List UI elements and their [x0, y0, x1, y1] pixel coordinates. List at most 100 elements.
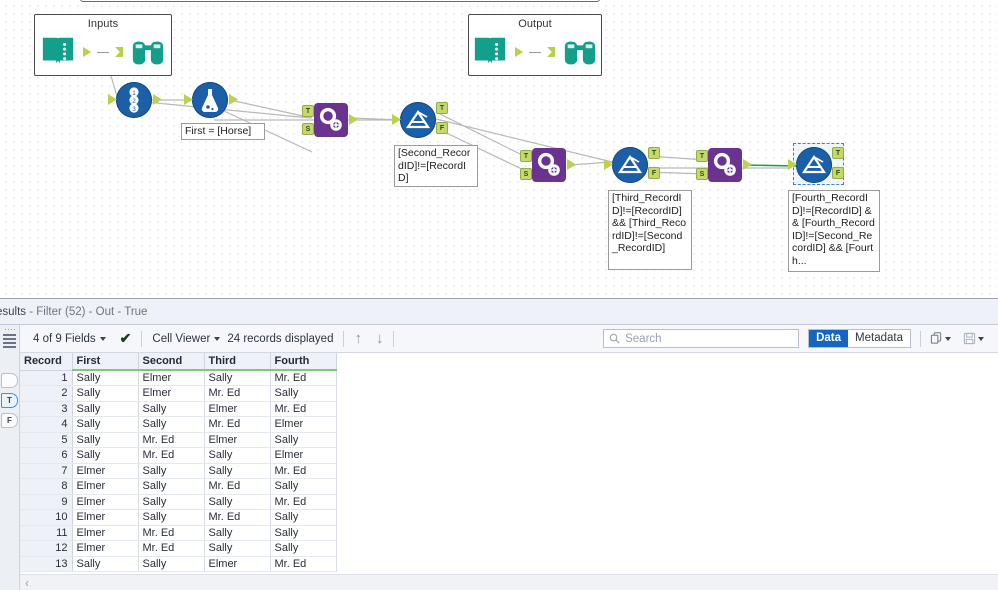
- tool-container-inputs[interactable]: Inputs: [34, 14, 172, 76]
- table-cell[interactable]: Elmer: [204, 432, 271, 448]
- scroll-left-icon[interactable]: ‹: [20, 576, 29, 590]
- filter3-true-anchor[interactable]: T: [832, 147, 844, 159]
- cell-record-number[interactable]: 10: [20, 509, 73, 526]
- rail-tab-true[interactable]: T: [1, 393, 18, 408]
- container-out-anchor-2[interactable]: [515, 47, 523, 57]
- table-cell[interactable]: Elmer: [270, 447, 337, 464]
- table-row[interactable]: 4 Sally Sally Mr. Ed Elmer: [20, 416, 337, 433]
- results-titlebar[interactable]: esults - Filter (52) - Out - True: [0, 299, 998, 325]
- col-header-first[interactable]: First: [72, 353, 139, 371]
- table-cell[interactable]: Sally: [72, 447, 139, 464]
- input-data-icon[interactable]: [39, 34, 77, 70]
- sample-out-anchor[interactable]: [229, 94, 238, 105]
- table-cell[interactable]: Mr. Ed: [204, 478, 271, 495]
- container-in-anchor[interactable]: [115, 47, 123, 57]
- output-data-icon[interactable]: [471, 34, 509, 70]
- save-button[interactable]: [957, 332, 990, 345]
- search-input[interactable]: [625, 332, 794, 345]
- data-metadata-toggle[interactable]: Data Metadata: [808, 329, 911, 348]
- table-cell[interactable]: Sally: [270, 385, 337, 402]
- table-cell[interactable]: Sally: [138, 401, 205, 417]
- cell-record-number[interactable]: 6: [20, 447, 73, 464]
- rail-tab-blank[interactable]: [1, 373, 18, 388]
- table-cell[interactable]: Sally: [270, 509, 337, 526]
- table-row[interactable]: 12 Elmer Mr. Ed Sally Sally: [20, 540, 337, 557]
- filter-icon-3[interactable]: [796, 147, 832, 183]
- browse-icon[interactable]: [129, 34, 167, 70]
- cell-record-number[interactable]: 9: [20, 494, 73, 510]
- filter1-true-anchor[interactable]: T: [436, 102, 448, 114]
- append1-target-anchor[interactable]: T: [302, 105, 314, 117]
- scroll-down-button[interactable]: ↓: [369, 330, 391, 347]
- flask-icon[interactable]: [192, 82, 228, 118]
- table-row[interactable]: 3 Sally Sally Elmer Mr. Ed: [20, 401, 337, 417]
- table-cell[interactable]: Sally: [204, 540, 271, 557]
- table-cell[interactable]: Elmer: [204, 556, 271, 572]
- table-cell[interactable]: Sally: [204, 494, 271, 510]
- table-cell[interactable]: Elmer: [138, 370, 205, 386]
- copy-button[interactable]: [924, 332, 957, 345]
- filter2-true-anchor[interactable]: T: [648, 147, 660, 159]
- table-cell[interactable]: Elmer: [72, 509, 139, 526]
- record-id-icon[interactable]: 1 2 3: [116, 82, 152, 118]
- search-box[interactable]: [603, 329, 800, 348]
- chevron-down-icon-2[interactable]: [214, 336, 221, 341]
- horizontal-scrollbar[interactable]: ‹: [20, 574, 998, 590]
- cell-viewer-selector[interactable]: Cell Viewer: [145, 328, 227, 350]
- table-cell[interactable]: Elmer: [270, 416, 337, 433]
- table-cell[interactable]: Sally: [138, 494, 205, 510]
- table-row[interactable]: 7 Elmer Sally Sally Mr. Ed: [20, 463, 337, 479]
- table-cell[interactable]: Mr. Ed: [204, 509, 271, 526]
- col-header-third[interactable]: Third: [204, 353, 271, 371]
- tool-container-output[interactable]: Output: [468, 14, 602, 76]
- record-id-out-anchor[interactable]: [153, 94, 162, 105]
- table-cell[interactable]: Sally: [138, 556, 205, 572]
- append-fields-icon-2[interactable]: [532, 148, 566, 182]
- results-grid[interactable]: Record First Second Third Fourth 1 Sally E…: [20, 353, 998, 590]
- cell-record-number[interactable]: 11: [20, 525, 73, 541]
- filter-icon-2[interactable]: [612, 147, 648, 183]
- cell-record-number[interactable]: 3: [20, 401, 73, 417]
- table-cell[interactable]: Sally: [138, 478, 205, 495]
- filter-icon-1[interactable]: [400, 102, 436, 138]
- filter-node-3-selected[interactable]: T F: [788, 147, 844, 183]
- table-cell[interactable]: Mr. Ed: [270, 556, 337, 572]
- filter-node-1[interactable]: T F: [392, 102, 448, 138]
- table-cell[interactable]: Sally: [270, 478, 337, 495]
- cell-record-number[interactable]: 2: [20, 385, 73, 402]
- table-cell[interactable]: Sally: [138, 416, 205, 433]
- col-header-record[interactable]: Record: [20, 353, 73, 371]
- table-row[interactable]: 5 Sally Mr. Ed Elmer Sally: [20, 432, 337, 448]
- table-cell[interactable]: Sally: [270, 525, 337, 541]
- table-cell[interactable]: Mr. Ed: [270, 370, 337, 386]
- table-cell[interactable]: Mr. Ed: [138, 525, 205, 541]
- table-row[interactable]: 2 Sally Elmer Mr. Ed Sally: [20, 385, 337, 402]
- table-row[interactable]: 1 Sally Elmer Sally Mr. Ed: [20, 370, 337, 386]
- append3-source-anchor[interactable]: S: [696, 168, 708, 180]
- rail-list-icon[interactable]: [3, 334, 16, 348]
- append-fields-icon-1[interactable]: [314, 103, 348, 137]
- table-cell[interactable]: Elmer: [138, 385, 205, 402]
- table-cell[interactable]: Mr. Ed: [204, 385, 271, 402]
- table-row[interactable]: 11 Elmer Mr. Ed Sally Sally: [20, 525, 337, 541]
- container-in-anchor-2[interactable]: [547, 47, 555, 57]
- fields-selector[interactable]: 4 of 9 Fields: [26, 328, 113, 350]
- table-cell[interactable]: Sally: [138, 463, 205, 479]
- table-cell[interactable]: Sally: [72, 416, 139, 433]
- rail-grip-dots[interactable]: [3, 328, 16, 332]
- table-row[interactable]: 8 Elmer Sally Mr. Ed Sally: [20, 478, 337, 495]
- table-row[interactable]: 13 Sally Sally Elmer Mr. Ed: [20, 556, 337, 572]
- table-row[interactable]: 9 Elmer Sally Sally Mr. Ed: [20, 494, 337, 510]
- table-cell[interactable]: Sally: [72, 401, 139, 417]
- sample-node[interactable]: [184, 82, 238, 118]
- cell-record-number[interactable]: 4: [20, 416, 73, 433]
- apply-fields-check-icon[interactable]: ✔: [113, 328, 139, 350]
- append2-target-anchor[interactable]: T: [520, 150, 532, 162]
- table-cell[interactable]: Mr. Ed: [270, 494, 337, 510]
- table-cell[interactable]: Sally: [72, 556, 139, 572]
- table-cell[interactable]: Mr. Ed: [270, 463, 337, 479]
- browse-icon-2[interactable]: [561, 34, 599, 70]
- container-out-anchor[interactable]: [83, 47, 91, 57]
- table-cell[interactable]: Mr. Ed: [138, 447, 205, 464]
- cell-record-number[interactable]: 8: [20, 478, 73, 495]
